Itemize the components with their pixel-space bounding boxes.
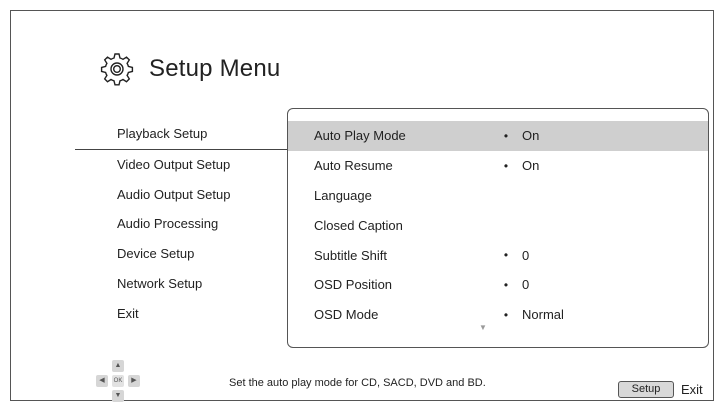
- menu-item-audio-processing[interactable]: Audio Processing: [75, 209, 287, 239]
- option-language[interactable]: Language: [288, 181, 708, 211]
- menu-item-video-output-setup[interactable]: Video Output Setup: [75, 150, 287, 180]
- option-osd-mode[interactable]: OSD Mode • Normal: [288, 300, 708, 330]
- bullet-icon: •: [503, 128, 509, 143]
- dpad-left-icon: ◀: [96, 375, 108, 387]
- dpad-down-icon: ▼: [112, 390, 124, 402]
- dpad-up-icon: ▲: [112, 360, 124, 372]
- exit-label: Exit: [681, 382, 703, 397]
- option-value: 0: [522, 277, 530, 293]
- option-auto-resume[interactable]: Auto Resume • On: [288, 151, 708, 181]
- menu-item-exit[interactable]: Exit: [75, 299, 287, 329]
- help-text: Set the auto play mode for CD, SACD, DVD…: [229, 377, 486, 389]
- page-title: Setup Menu: [149, 55, 281, 82]
- navigation-dpad: ▲ ◀ OK ▶ ▼: [89, 360, 147, 404]
- option-label: Auto Resume: [314, 158, 393, 174]
- option-label: OSD Position: [314, 277, 393, 293]
- down-triangle-icon[interactable]: ▼: [479, 323, 487, 332]
- bullet-icon: •: [503, 158, 509, 173]
- bullet-icon: •: [503, 277, 509, 292]
- dpad-right-icon: ▶: [128, 375, 140, 387]
- option-label: Language: [314, 187, 372, 203]
- bullet-icon: •: [503, 248, 509, 263]
- option-auto-play-mode[interactable]: Auto Play Mode • On: [288, 121, 708, 151]
- menu-item-playback-setup[interactable]: Playback Setup: [75, 119, 287, 150]
- bullet-icon: •: [503, 307, 509, 322]
- option-value: On: [522, 158, 540, 174]
- option-subtitle-shift[interactable]: Subtitle Shift • 0: [288, 240, 708, 270]
- option-osd-position[interactable]: OSD Position • 0: [288, 270, 708, 300]
- option-value: 0: [522, 247, 530, 263]
- menu-item-device-setup[interactable]: Device Setup: [75, 239, 287, 269]
- menu-item-audio-output-setup[interactable]: Audio Output Setup: [75, 180, 287, 210]
- option-value: Normal: [522, 307, 564, 323]
- setup-category-menu: Playback Setup Video Output Setup Audio …: [75, 119, 287, 329]
- option-label: OSD Mode: [314, 307, 379, 323]
- menu-item-network-setup[interactable]: Network Setup: [75, 269, 287, 299]
- setup-button[interactable]: Setup: [618, 381, 674, 398]
- setup-window: Setup Menu Playback Setup Video Output S…: [10, 10, 714, 404]
- option-label: Auto Play Mode: [314, 128, 406, 144]
- option-label: Subtitle Shift: [314, 247, 387, 263]
- option-label: Closed Caption: [314, 217, 403, 233]
- playback-options-panel: Auto Play Mode • On Auto Resume • On Lan…: [287, 108, 709, 348]
- option-value: On: [522, 128, 540, 144]
- dpad-ok-icon: OK: [112, 375, 124, 387]
- option-closed-caption[interactable]: Closed Caption: [288, 210, 708, 240]
- header: Setup Menu: [99, 49, 280, 89]
- gear-icon: [100, 53, 134, 86]
